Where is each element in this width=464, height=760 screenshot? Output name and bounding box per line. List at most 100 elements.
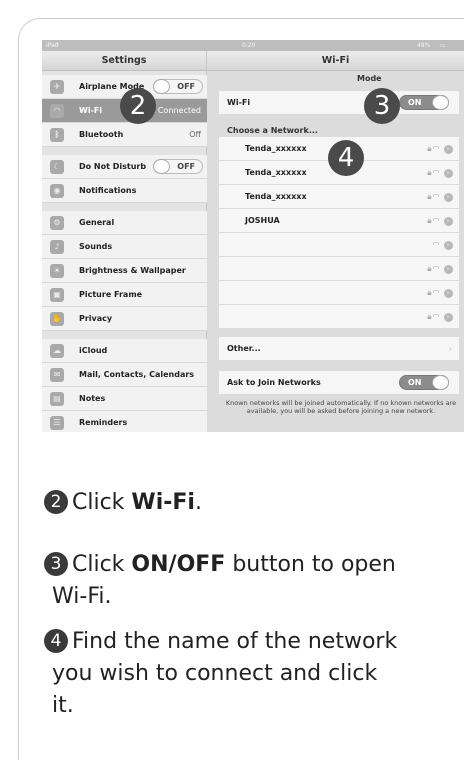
mail-contacts-calendars-label: Mail, Contacts, Calendars xyxy=(79,370,195,379)
moon-icon: ☾ xyxy=(50,160,64,174)
settings-item-mail-contacts-calendars[interactable]: ✉ Mail, Contacts, Calendars xyxy=(42,363,207,387)
settings-item-sounds[interactable]: ♪ Sounds xyxy=(42,235,207,259)
info-arrow-icon[interactable]: › xyxy=(444,169,453,178)
callout-badge-4: 4 xyxy=(328,140,364,176)
reminders-label: Reminders xyxy=(79,418,128,427)
network-name: Tenda_xxxxxx xyxy=(245,144,307,153)
ask-to-join-label: Ask to Join Networks xyxy=(227,378,321,387)
airplane-icon: ✈ xyxy=(50,80,64,94)
privacy-label: Privacy xyxy=(79,314,113,323)
lock-wifi-icon: 🔒︎◠ › xyxy=(427,216,453,226)
callout-badge-3: 3 xyxy=(364,88,400,124)
step-text-end: button to open xyxy=(225,552,396,577)
wifi-icon: ◠ › xyxy=(432,240,453,250)
settings-item-privacy[interactable]: ✋ Privacy xyxy=(42,307,207,331)
notifications-icon: ◉ xyxy=(50,184,64,198)
step-4: 4 Find the name of the network you wish t… xyxy=(44,626,397,722)
lock-wifi-icon: 🔒︎◠ › xyxy=(427,264,453,274)
other-network-row[interactable]: Other... › xyxy=(219,337,459,361)
brightness-wallpaper-label: Brightness & Wallpaper xyxy=(79,266,186,275)
notes-label: Notes xyxy=(79,394,106,403)
step-number: 2 xyxy=(44,490,68,514)
step-text-line3: it. xyxy=(52,693,74,718)
step-2: 2 Click Wi-Fi. xyxy=(44,487,202,519)
settings-title: Settings xyxy=(42,51,206,71)
settings-item-general[interactable]: ⚙ General xyxy=(42,211,207,235)
settings-item-bluetooth[interactable]: ᛒ Bluetooth Off xyxy=(42,123,207,147)
bluetooth-label: Bluetooth xyxy=(79,130,124,139)
status-bar: iPad ◠ 0:20 48% ▭ xyxy=(42,40,464,51)
network-row[interactable]: JOSHUA 🔒︎◠ › xyxy=(219,209,459,233)
ask-to-join-row: Ask to Join Networks ON xyxy=(219,371,459,395)
network-row[interactable]: 🔒︎◠ › xyxy=(219,257,459,281)
battery-percent: 48% xyxy=(417,42,431,49)
network-row[interactable]: 🔒︎◠ › xyxy=(219,281,459,305)
ipad-screenshot: iPad ◠ 0:20 48% ▭ Settings ✈ Airplane Mo… xyxy=(42,40,464,432)
step-bold-text: ON/OFF xyxy=(131,552,226,577)
mode-label: Mode xyxy=(357,74,382,83)
wifi-on-off-toggle[interactable]: ON xyxy=(399,95,449,110)
chevron-right-icon: › xyxy=(448,344,453,353)
step-bold-text: Wi-Fi xyxy=(131,490,195,515)
lock-wifi-icon: 🔒︎◠ › xyxy=(427,312,453,322)
network-name: Tenda_xxxxxx xyxy=(245,192,307,201)
step-text: Click xyxy=(72,552,132,577)
step-text-line2: you wish to connect and click xyxy=(52,661,378,686)
ask-to-join-toggle[interactable]: ON xyxy=(399,375,449,390)
status-time: 0:20 xyxy=(242,42,256,49)
step-number: 4 xyxy=(44,629,68,653)
info-arrow-icon[interactable]: › xyxy=(444,217,453,226)
sounds-label: Sounds xyxy=(79,242,113,251)
info-arrow-icon[interactable]: › xyxy=(444,145,453,154)
network-name: Tenda_xxxxxx xyxy=(245,168,307,177)
info-arrow-icon[interactable]: › xyxy=(444,193,453,202)
hand-icon: ✋ xyxy=(50,312,64,326)
wifi-icon: ◠ xyxy=(50,104,64,118)
icloud-label: iCloud xyxy=(79,346,108,355)
network-name: JOSHUA xyxy=(245,216,280,225)
network-row[interactable]: 🔒︎◠ › xyxy=(219,305,459,329)
mail-icon: ✉ xyxy=(50,368,64,382)
picture-frame-icon: ▣ xyxy=(50,288,64,302)
speaker-icon: ♪ xyxy=(50,240,64,254)
settings-item-do-not-disturb[interactable]: ☾ Do Not Disturb OFF xyxy=(42,155,207,179)
step-3: 3 Click ON/OFF button to open Wi-Fi. xyxy=(44,549,396,613)
bluetooth-value: Off xyxy=(189,130,201,139)
wifi-row-label: Wi-Fi xyxy=(227,98,251,107)
settings-item-icloud[interactable]: ☁ iCloud xyxy=(42,339,207,363)
info-arrow-icon[interactable]: › xyxy=(444,289,453,298)
step-text: Find the name of the network xyxy=(72,629,398,654)
step-text-line2: Wi-Fi. xyxy=(52,584,112,609)
cloud-icon: ☁ xyxy=(50,344,64,358)
settings-item-brightness-wallpaper[interactable]: ☀ Brightness & Wallpaper xyxy=(42,259,207,283)
wifi-label: Wi-Fi xyxy=(79,106,103,115)
settings-item-reminders[interactable]: ☰ Reminders xyxy=(42,411,207,432)
do-not-disturb-toggle[interactable]: OFF xyxy=(153,159,203,174)
reminders-icon: ☰ xyxy=(50,416,64,430)
lock-wifi-icon: 🔒︎◠ › xyxy=(427,192,453,202)
bluetooth-icon: ᛒ xyxy=(50,128,64,142)
info-arrow-icon[interactable]: › xyxy=(444,241,453,250)
lock-wifi-icon: 🔒︎◠ › xyxy=(427,288,453,298)
wifi-panel-title: Wi-Fi xyxy=(207,51,464,71)
info-arrow-icon[interactable]: › xyxy=(444,265,453,274)
battery-icon: ▭ xyxy=(440,42,446,49)
brightness-icon: ☀ xyxy=(50,264,64,278)
settings-item-notifications[interactable]: ◉ Notifications xyxy=(42,179,207,203)
general-label: General xyxy=(79,218,115,227)
notes-icon: ▤ xyxy=(50,392,64,406)
wifi-panel: Wi-Fi Mode Wi-Fi ON Choose a Network... … xyxy=(207,51,464,432)
callout-badge-2: 2 xyxy=(120,88,156,124)
notifications-label: Notifications xyxy=(79,186,137,195)
gear-icon: ⚙ xyxy=(50,216,64,230)
network-row[interactable]: Tenda_xxxxxx 🔒︎◠ › xyxy=(219,185,459,209)
settings-item-notes[interactable]: ▤ Notes xyxy=(42,387,207,411)
airplane-mode-toggle[interactable]: OFF xyxy=(153,79,203,94)
info-arrow-icon[interactable]: › xyxy=(444,313,453,322)
step-text-end: . xyxy=(194,490,202,515)
settings-item-picture-frame[interactable]: ▣ Picture Frame xyxy=(42,283,207,307)
do-not-disturb-label: Do Not Disturb xyxy=(79,162,147,171)
ask-to-join-note: Known networks will be joined automatica… xyxy=(225,399,457,415)
network-row[interactable]: ◠ › xyxy=(219,233,459,257)
lock-wifi-icon: 🔒︎◠ › xyxy=(427,168,453,178)
